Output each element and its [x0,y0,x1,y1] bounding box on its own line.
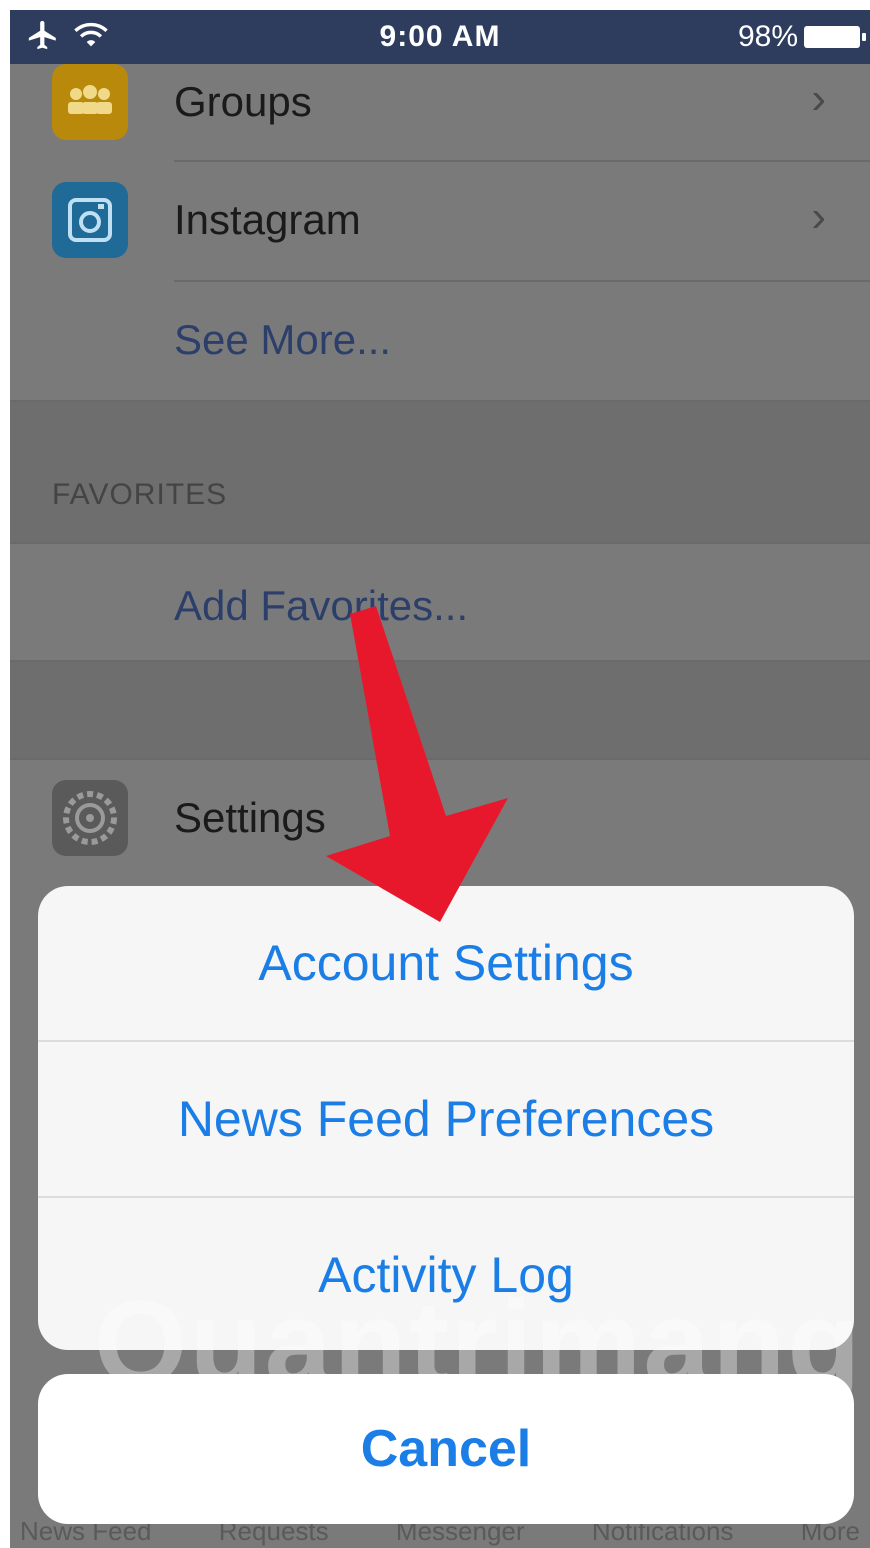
menu-item-see-more[interactable]: See More... [10,310,870,390]
section-gap [10,400,870,542]
account-settings-option[interactable]: Account Settings [38,886,854,1040]
settings-icon [52,780,128,856]
status-bar: 9:00 AM 98% [10,10,870,64]
menu-item-add-favorites[interactable]: Add Favorites... [10,570,870,660]
settings-label: Settings [174,794,326,841]
phone-screen: 9:00 AM 98% Groups › Instagram › See Mor… [10,10,870,1548]
chevron-right-icon: › [811,74,826,123]
add-favorites-link[interactable]: Add Favorites... [174,582,468,630]
instagram-icon [52,182,128,258]
divider [10,758,870,760]
watermark: Quantrimang [94,1276,863,1410]
favorites-header: FAVORITES [52,478,228,511]
menu-item-groups[interactable]: Groups › [10,64,870,164]
menu-item-settings[interactable]: Settings [10,780,870,880]
groups-label: Groups [174,78,312,125]
divider [10,542,870,544]
status-right: 98% [737,20,866,54]
battery-icon [804,26,866,48]
section-gap [10,662,870,758]
groups-icon [52,64,128,140]
battery-percent: 98% [737,20,798,53]
see-more-link[interactable]: See More... [174,316,391,364]
divider [174,280,870,282]
menu-item-instagram[interactable]: Instagram › [10,182,870,282]
news-feed-preferences-option[interactable]: News Feed Preferences [38,1042,854,1196]
divider [10,400,870,402]
divider [174,160,870,162]
chevron-right-icon: › [811,192,826,241]
instagram-label: Instagram [174,196,361,243]
